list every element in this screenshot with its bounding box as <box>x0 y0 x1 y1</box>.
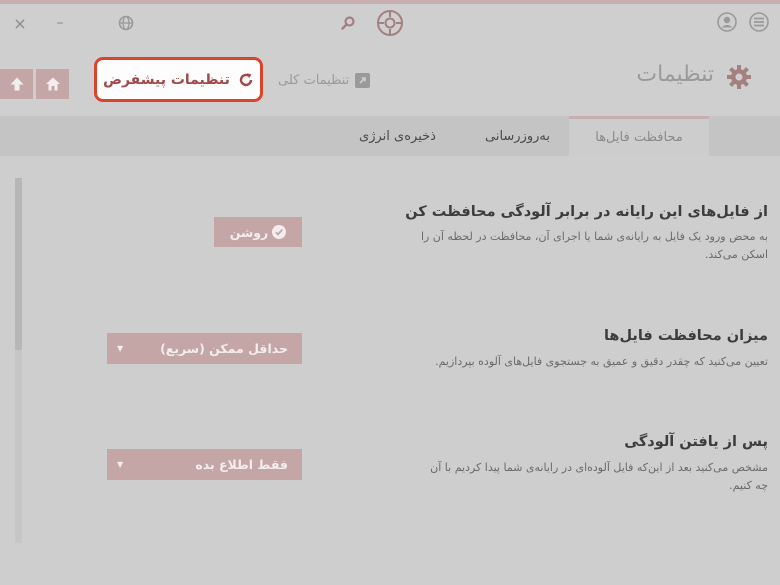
section-description: اسکن می‌کند. <box>704 248 768 261</box>
home-icon <box>45 77 60 91</box>
external-link-icon <box>355 73 371 88</box>
general-settings-label: تنظیمات کلی <box>278 73 350 88</box>
scrollbar[interactable] <box>15 178 22 543</box>
section-description: تعیین می‌کنید که چقدر دقیق و عمیق به جست… <box>435 355 768 368</box>
section-title: پس از یافتن آلودگی <box>624 434 768 450</box>
after-infection-select[interactable]: فقط اطلاع بده ▼ <box>107 449 302 480</box>
home-button[interactable] <box>36 69 69 99</box>
check-icon <box>272 225 287 239</box>
section-description: مشخص می‌کنید بعد از این‌که فایل آلوده‌ای… <box>430 461 768 474</box>
minimize-icon[interactable]: – <box>50 12 70 34</box>
tab-energy-saving-label: ذخیره‌ی انرژی <box>359 128 436 144</box>
globe-icon[interactable] <box>116 13 136 33</box>
minimize-glyph: – <box>56 15 64 31</box>
menu-icon[interactable] <box>748 11 770 33</box>
tab-file-protection-label: محافظت فایل‌ها <box>595 130 683 145</box>
gear-icon <box>726 64 752 90</box>
realtime-protection-toggle[interactable]: روشن <box>214 217 302 247</box>
section-description: به محض ورود یک فایل به رایانه‌ی شما یا ا… <box>420 230 768 243</box>
tab-update[interactable]: به‌روزرسانی <box>470 116 565 156</box>
title-bar: × – <box>0 4 780 44</box>
protection-level-select[interactable]: حداقل ممکن (سریع) ▼ <box>107 333 302 364</box>
section-title: از فایل‌های این رایانه در برابر آلودگی م… <box>405 204 768 220</box>
tab-file-protection[interactable]: محافظت فایل‌ها <box>569 116 709 156</box>
header: تنظیمات تنظیمات کلی تنظیمات پیشفرض <box>0 44 780 116</box>
general-settings-link[interactable]: تنظیمات کلی <box>278 73 371 88</box>
page-title: تنظیمات <box>636 62 714 87</box>
chevron-down-icon: ▼ <box>117 460 124 469</box>
tabs-row: محافظت فایل‌ها به‌روزرسانی ذخیره‌ی انرژی <box>0 116 780 156</box>
tab-update-label: به‌روزرسانی <box>485 128 551 144</box>
up-button[interactable] <box>0 69 33 99</box>
section-description: چه کنیم. <box>729 479 768 492</box>
crosshair-logo-icon <box>375 8 405 38</box>
default-settings-button[interactable]: تنظیمات پیشفرض <box>94 57 263 102</box>
default-settings-label: تنظیمات پیشفرض <box>103 71 230 88</box>
search-icon[interactable] <box>338 13 358 33</box>
select-value: فقط اطلاع بده <box>195 457 288 472</box>
scrollbar-thumb[interactable] <box>15 178 22 350</box>
toggle-label: روشن <box>229 224 269 240</box>
tab-energy-saving[interactable]: ذخیره‌ی انرژی <box>345 116 450 156</box>
section-title: میزان محافظت فایل‌ها <box>603 328 768 344</box>
user-icon[interactable] <box>716 11 738 33</box>
chevron-down-icon: ▼ <box>117 344 124 353</box>
close-glyph: × <box>13 13 27 33</box>
up-arrow-icon <box>10 77 23 91</box>
close-icon[interactable]: × <box>10 12 30 34</box>
select-value: حداقل ممکن (سریع) <box>160 341 288 356</box>
refresh-icon <box>239 72 253 86</box>
